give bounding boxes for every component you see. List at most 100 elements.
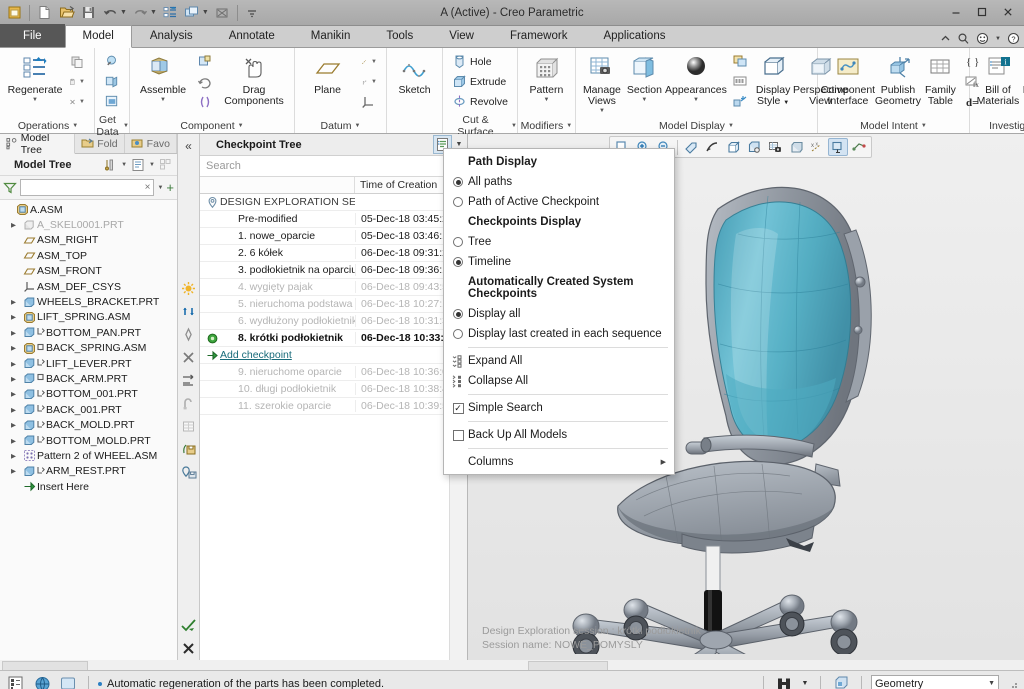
cancel-x-icon[interactable]: [178, 637, 200, 660]
view-manager-icon[interactable]: [765, 138, 785, 156]
tab-manikin[interactable]: Manikin: [293, 25, 369, 47]
model-tree-item[interactable]: ▶ BOTTOM_MOLD.PRT: [0, 433, 177, 448]
filter-icon[interactable]: [3, 181, 17, 195]
selection-filter-select[interactable]: Geometry ▼: [871, 674, 999, 689]
section-dropdown-icon[interactable]: ▼: [641, 97, 647, 103]
menu-item[interactable]: All paths: [444, 172, 674, 192]
account-dropdown-icon[interactable]: ▼: [995, 36, 1001, 42]
import-button[interactable]: [100, 52, 124, 71]
checkpoint-search-input[interactable]: Search: [200, 156, 467, 177]
appearances-dropdown-icon[interactable]: ▼: [693, 97, 699, 103]
measure-icon[interactable]: [178, 369, 200, 392]
menu-item[interactable]: Back Up All Models: [444, 425, 674, 445]
checkpoint-row[interactable]: 6. wydłużony podłokietnik 06-Dec-18 10:31…: [200, 313, 467, 330]
get-data-group-dropdown-icon[interactable]: ▼: [123, 123, 129, 129]
graphics-toggle-icon[interactable]: [57, 674, 79, 689]
radio-button[interactable]: [448, 197, 468, 207]
maximize-button[interactable]: [970, 3, 994, 21]
checkpoint-row[interactable]: 9. nieruchome oparcie 06-Dec-18 10:36:05 …: [200, 364, 467, 381]
model-tree-item[interactable]: ▶ LIFT_SPRING.ASM: [0, 310, 177, 325]
datum-group-dropdown-icon[interactable]: ▼: [354, 123, 360, 129]
undo-icon[interactable]: [100, 3, 121, 23]
checkpoint-row[interactable]: 4. wygięty pajak 06-Dec-18 09:43:54 A: [200, 279, 467, 296]
checkpoint-row[interactable]: 5. nieruchoma podstawa 06-Dec-18 10:27:10…: [200, 296, 467, 313]
menu-item[interactable]: Expand All: [444, 351, 674, 371]
help-icon[interactable]: ?: [1007, 32, 1020, 45]
checkbox[interactable]: ✓: [448, 402, 468, 414]
component-group-dropdown-icon[interactable]: ▼: [238, 123, 244, 129]
checkpoint-row[interactable]: 1. nowe_oparcie 05-Dec-18 03:46:19 P: [200, 228, 467, 245]
tab-model[interactable]: Model: [64, 25, 132, 48]
clear-search-icon[interactable]: ×: [145, 182, 151, 193]
account-icon[interactable]: [976, 32, 989, 45]
revolve-button[interactable]: Revolve: [448, 92, 512, 111]
expand-arrow-icon[interactable]: ▶: [11, 437, 22, 445]
radio-button[interactable]: [448, 329, 468, 339]
model-intent-group-dropdown-icon[interactable]: ▼: [921, 123, 927, 129]
minimize-button[interactable]: [944, 3, 968, 21]
tab-tools[interactable]: Tools: [368, 25, 431, 47]
filter-dropdown-icon[interactable]: ▼: [157, 185, 163, 191]
dock-tab-1[interactable]: [2, 661, 88, 670]
operations-group-dropdown-icon[interactable]: ▼: [72, 123, 78, 129]
create-component-button[interactable]: [193, 52, 217, 71]
delete-x-icon[interactable]: [178, 346, 200, 369]
table-icon[interactable]: [178, 415, 200, 438]
redo-dropdown-icon[interactable]: ▼: [150, 9, 159, 16]
window-dropdown-icon[interactable]: ▼: [202, 9, 211, 16]
paste-dropdown-icon[interactable]: ▼: [79, 79, 85, 85]
checkpoint-row[interactable]: DESIGN EXPLORATION SESSION: [200, 194, 467, 211]
shrinkwrap-button[interactable]: [100, 72, 124, 91]
checkpoint-row[interactable]: 11. szerokie oparcie 06-Dec-18 10:39:54 A: [200, 398, 467, 415]
model-tree-item[interactable]: ▶ BOTTOM_PAN.PRT: [0, 325, 177, 340]
saved-views-icon[interactable]: [744, 138, 764, 156]
menu-item[interactable]: Display all: [444, 304, 674, 324]
expand-arrow-icon[interactable]: ▶: [11, 298, 22, 306]
radio-button[interactable]: [448, 177, 468, 187]
expand-arrow-icon[interactable]: ▶: [11, 467, 22, 475]
expand-arrow-icon[interactable]: ▶: [11, 313, 22, 321]
menu-item[interactable]: Collapse All: [444, 371, 674, 391]
display-style-button[interactable]: Display Style ▼: [754, 51, 792, 112]
ribbon-group-investigate-title[interactable]: Investigate ▼: [970, 118, 1024, 133]
checkpoint-row[interactable]: 3. podłokietnik na oparciu 06-Dec-18 09:3…: [200, 262, 467, 279]
sketch-button[interactable]: Sketch: [392, 51, 437, 99]
customize-qat-icon[interactable]: [242, 3, 263, 23]
tree-filters-icon[interactable]: [159, 158, 173, 172]
menu-item[interactable]: Tree: [444, 232, 674, 252]
expand-arrow-icon[interactable]: ▶: [11, 329, 22, 337]
radio-button[interactable]: [448, 237, 468, 247]
merge-button[interactable]: [100, 92, 124, 111]
selection-box-icon[interactable]: [830, 674, 852, 689]
annotation-display-icon[interactable]: [828, 138, 848, 156]
model-tree-item[interactable]: ▶ASM_FRONT: [0, 264, 177, 279]
accept-check-icon[interactable]: [178, 614, 200, 637]
model-tree-item[interactable]: ▶ LIFT_LEVER.PRT: [0, 356, 177, 371]
datum-csys-button[interactable]: [357, 92, 381, 111]
display-style-icon[interactable]: [723, 138, 743, 156]
expand-arrow-icon[interactable]: ▶: [11, 390, 22, 398]
model-display-group-dropdown-icon[interactable]: ▼: [728, 123, 734, 129]
tab-annotate[interactable]: Annotate: [211, 25, 293, 47]
ribbon-group-modifiers-title[interactable]: Modifiers ▼: [518, 118, 575, 133]
save-icon[interactable]: [78, 3, 99, 23]
expand-arrow-icon[interactable]: ▶: [11, 221, 22, 229]
close-button[interactable]: [996, 3, 1020, 21]
hole-button[interactable]: Hole: [448, 52, 512, 71]
checkpoint-row[interactable]: Pre-modified 05-Dec-18 03:45:23 P: [200, 211, 467, 228]
selection-filter-arrow-icon[interactable]: ▼: [988, 680, 995, 687]
model-tree-item[interactable]: ▶ASM_DEF_CSYS: [0, 279, 177, 294]
dock-tab-2[interactable]: [528, 661, 608, 670]
nav-tab-model-tree[interactable]: Model Tree: [0, 132, 76, 156]
submenu-arrow-icon[interactable]: ▶: [661, 458, 674, 466]
menu-item[interactable]: Timeline: [444, 252, 674, 272]
settings-dropdown-icon[interactable]: ▼: [121, 162, 127, 168]
expand-arrow-icon[interactable]: ▶: [11, 452, 22, 460]
display-settings-icon[interactable]: [131, 158, 145, 172]
checkpoint-row[interactable]: Add checkpoint: [200, 347, 467, 364]
tab-analysis[interactable]: Analysis: [132, 25, 211, 47]
search-icon[interactable]: [957, 32, 970, 45]
sun-annotation-icon[interactable]: [178, 277, 200, 300]
settings-tools-icon[interactable]: [103, 158, 117, 172]
expand-arrow-icon[interactable]: ▶: [11, 344, 22, 352]
